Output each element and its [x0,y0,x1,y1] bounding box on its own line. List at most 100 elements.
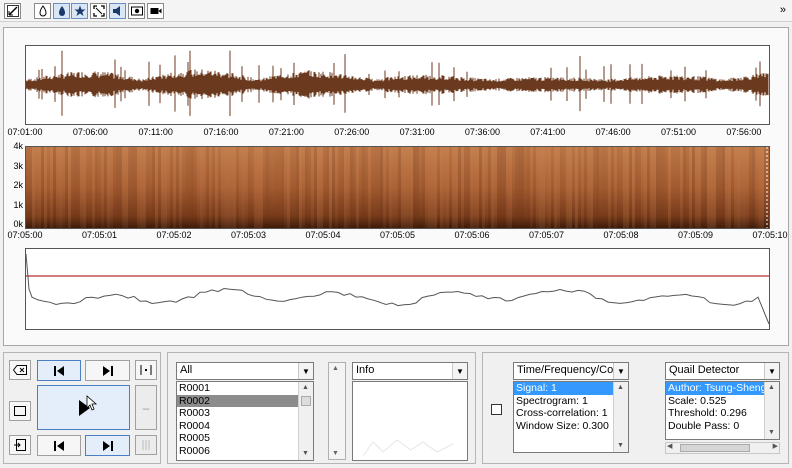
play-button[interactable] [37,385,130,430]
scroll-right-icon[interactable]: ▶ [773,442,778,450]
spectrogram-column [449,147,452,228]
spectrogram-column [629,147,632,228]
spectrogram-column [119,147,122,228]
spec-y-tick: 0k [13,219,23,229]
spectrogram-column [74,147,77,228]
spec-y-tick: 2k [13,180,23,190]
erase-icon[interactable] [9,360,31,380]
spectrogram-column [434,147,437,228]
detector-setting-item[interactable]: Scale: 0.525 [666,395,779,408]
recordings-list[interactable]: R0001 R0002 R0003 R0004 R0005 R0006 ▲ ▼ [176,381,314,461]
scroll-thumb[interactable] [680,444,750,452]
detector-plot[interactable] [25,248,770,330]
spectrogram-plot[interactable] [25,146,770,229]
spectrogram-column [44,147,47,228]
spec-x-tick: 07:05:01 [81,230,118,240]
display-mode-dropdown[interactable]: Time/Frequency/Co... ▼ [513,362,629,380]
scroll-up-icon[interactable]: ▲ [614,382,627,394]
detector-setting-item[interactable]: Author: Tsung-Sheng [666,382,779,395]
recording-list-item[interactable]: R0004 [177,420,313,433]
spectrogram-column [284,147,287,228]
recordings-panel: All ▼ R0001 R0002 R0003 R0004 R0005 R0006 ▲ ▼… [167,352,476,464]
display-setting-item[interactable]: Window Size: 0.300 [514,420,628,433]
detector-dropdown[interactable]: Quail Detector ▼ [665,362,780,380]
scroll-up-icon[interactable]: ▲ [299,382,312,394]
skip-start-button[interactable] [37,435,81,456]
detector-settings-list[interactable]: Author: Tsung-Sheng Scale: 0.525 Threshold… [665,381,780,440]
recordings-vertical-slider[interactable]: ▲ ▼ [328,362,346,460]
enable-checkbox[interactable] [491,404,502,415]
skip-start-icon [54,440,64,451]
spectrogram-column [425,147,428,228]
spectrogram-column [242,147,245,228]
slider-up-icon[interactable]: ▲ [332,365,339,372]
spectrogram-column [656,147,659,228]
spectrogram-column [638,147,641,228]
spectrogram-column [245,147,248,228]
wave-x-tick: 07:16:00 [203,127,239,137]
spectrogram-column [296,147,299,228]
slider-down-icon[interactable]: ▼ [332,450,339,457]
spectrogram-column [308,147,311,228]
recordings-filter-dropdown[interactable]: All ▼ [176,362,314,380]
spectrogram-column [278,147,281,228]
spectrogram-column [728,147,731,228]
spectrogram-column [599,147,602,228]
display-setting-item[interactable]: Signal: 1 [514,382,628,395]
recording-list-item[interactable]: R0003 [177,407,313,420]
video-camera-icon[interactable] [147,3,164,19]
scroll-down-icon[interactable]: ▼ [614,440,627,452]
detector-trace [26,253,769,325]
scroll-down-icon[interactable]: ▼ [765,427,778,439]
scroll-up-icon[interactable]: ▲ [765,382,778,394]
spectrogram-column [665,147,668,228]
step-back-button[interactable] [37,360,81,381]
spectrogram-column [431,147,434,228]
spectrogram-column [116,147,119,228]
skip-end-button[interactable] [85,435,130,456]
minus-icon[interactable]: – [135,385,157,430]
recording-list-item[interactable]: R0005 [177,432,313,445]
display-setting-item[interactable]: Cross-correlation: 1 [514,407,628,420]
resize-diagonal-icon[interactable] [4,3,21,19]
display-settings-list[interactable]: Signal: 1 Spectrogram: 1 Cross-correlation… [513,381,629,453]
recording-list-item[interactable]: R0006 [177,445,313,458]
split-icon[interactable] [135,435,157,455]
screenshot-icon[interactable] [128,3,145,19]
spectrogram-column [407,147,410,228]
detector-scrollbar[interactable]: ▲ ▼ [764,382,779,439]
drop-icon[interactable] [34,3,51,19]
display-setting-item[interactable]: Spectrogram: 1 [514,395,628,408]
mark-segment-icon[interactable] [135,360,157,380]
chevron-double-right-icon[interactable]: » [780,4,786,16]
spectrogram-column [509,147,512,228]
recordings-scrollbar[interactable]: ▲ ▼ [298,382,313,460]
info-dropdown[interactable]: Info ▼ [352,362,468,380]
recording-list-item[interactable]: R0001 [177,382,313,395]
drop-filled-icon[interactable] [53,3,70,19]
scroll-down-icon[interactable]: ▼ [299,448,312,460]
display-mode-value: Time/Frequency/Co... [517,364,623,376]
detector-horizontal-scrollbar[interactable]: ◀ ▶ [665,442,780,454]
spectrogram-column [464,147,467,228]
spectrogram-column [752,147,755,228]
recording-list-item[interactable]: R0002 [177,394,313,407]
star-icon[interactable] [71,3,88,19]
detector-setting-item[interactable]: Double Pass: 0 [666,420,779,433]
spectrogram-column [203,147,206,228]
detector-setting-item[interactable]: Threshold: 0.296 [666,407,779,420]
stop-square-icon[interactable] [9,401,31,421]
spectrogram-column [179,147,182,228]
spectrogram-column [653,147,656,228]
scroll-left-icon[interactable]: ◀ [667,442,672,450]
waveform-plot[interactable] [25,45,770,125]
fullscreen-icon[interactable] [90,3,107,19]
spectrogram-column [722,147,725,228]
spectrogram-column [677,147,680,228]
spectrogram-column [650,147,653,228]
step-forward-button[interactable] [85,360,130,381]
spectrogram-column [470,147,473,228]
display-scrollbar[interactable]: ▲ ▼ [613,382,628,452]
export-icon[interactable] [9,435,31,455]
speaker-icon[interactable] [109,3,126,19]
